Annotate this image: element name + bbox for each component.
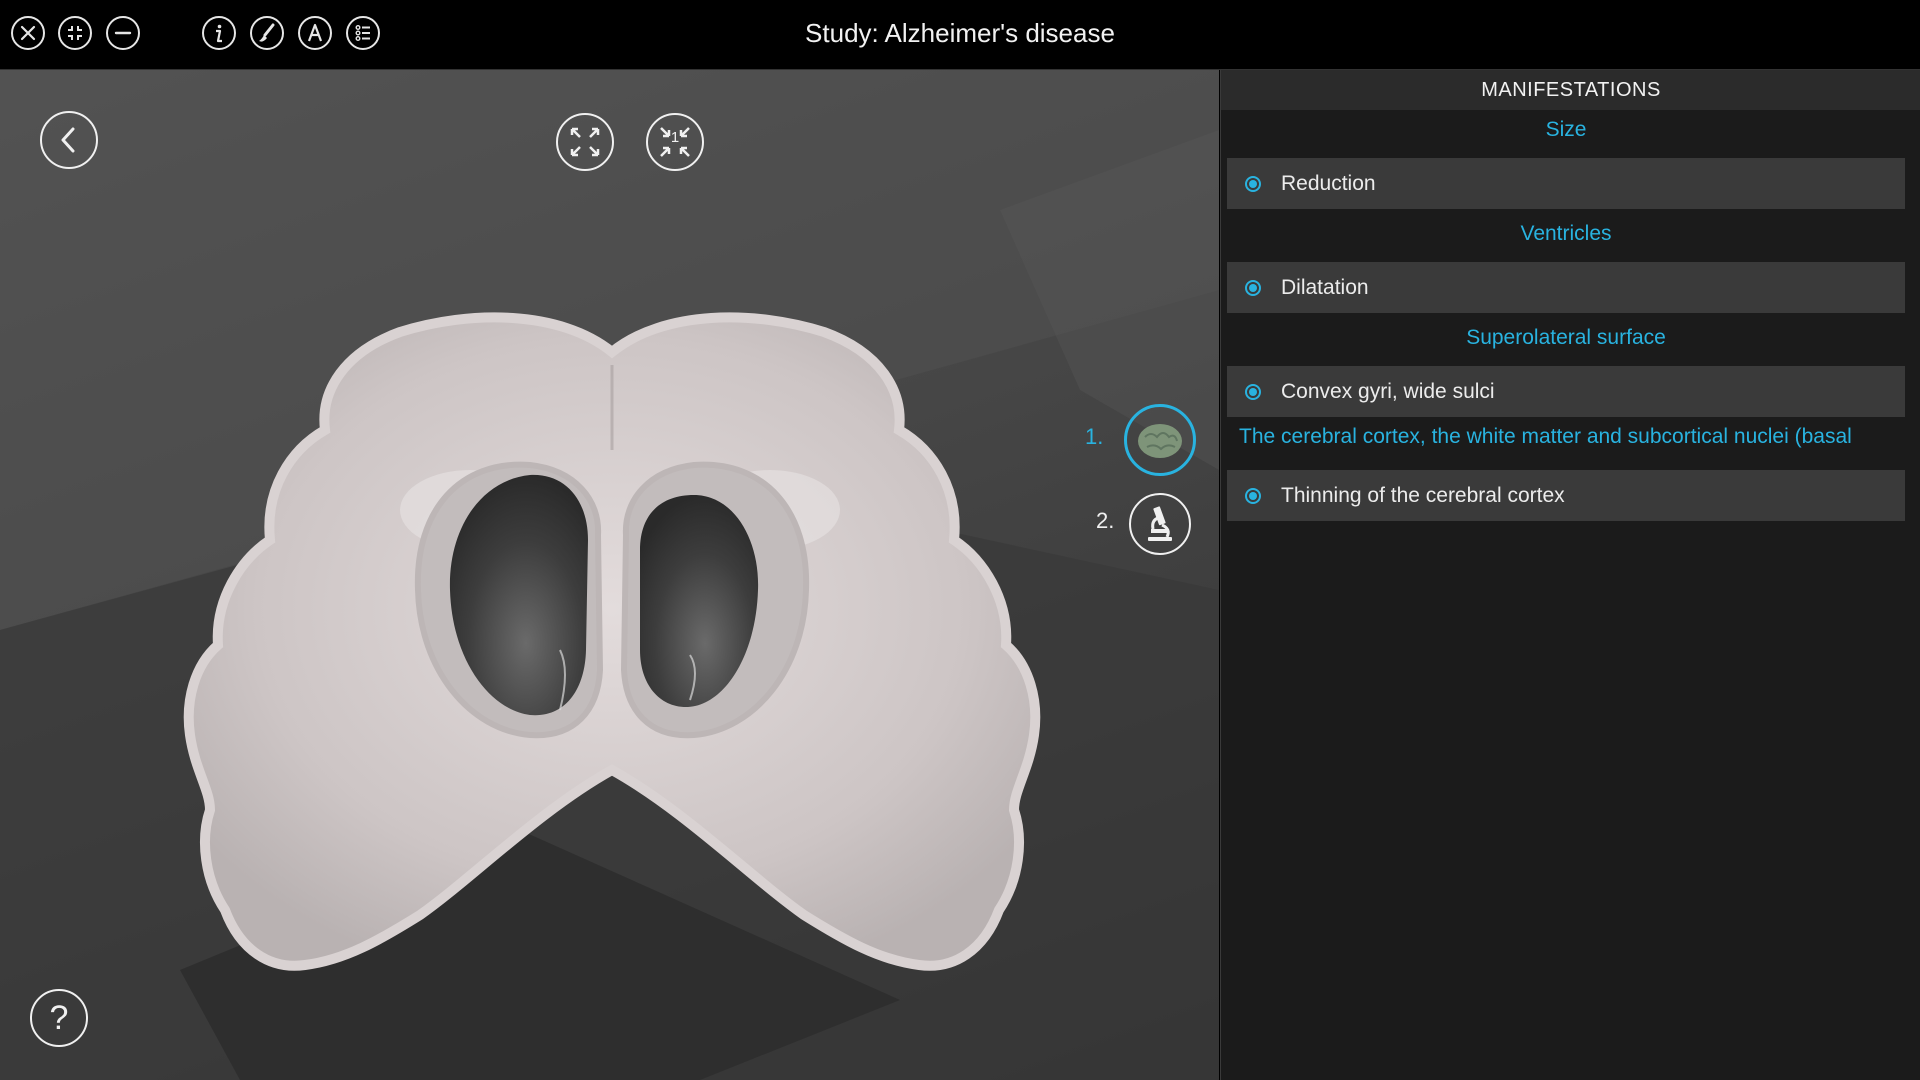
info-icon [216, 24, 222, 43]
window-title: Study: Alzheimer's disease [805, 18, 1115, 48]
manifestation-label: Convex gyri, wide sulci [1281, 380, 1495, 403]
radio-indicator [1245, 280, 1261, 296]
help-icon: ? [49, 999, 69, 1037]
text-icon [307, 23, 323, 42]
3d-viewport[interactable]: 1 1. 2. ? [0, 70, 1219, 1080]
shrink-badge: 1 [670, 129, 680, 146]
manifestation-label: Dilatation [1281, 276, 1369, 299]
expand-icon [570, 127, 600, 157]
microscope-icon [1148, 506, 1172, 541]
manifestation-label: Thinning of the cerebral cortex [1281, 484, 1565, 507]
section-title-ventricles: Ventricles [1520, 222, 1612, 245]
back-icon [61, 127, 75, 153]
text-button[interactable] [298, 16, 332, 50]
list-icon [355, 24, 370, 42]
section-title-size: Size [1545, 118, 1587, 141]
stage-1-number: 1. [1085, 424, 1104, 449]
section-title-superolateral-surface: Superolateral surface [1466, 326, 1666, 349]
section-description: The cerebral cortex, the white matter an… [1239, 425, 1852, 448]
collapse-button[interactable] [58, 16, 92, 50]
minimize-icon [114, 31, 132, 35]
manifestation-item-dilatation[interactable]: Dilatation [1227, 262, 1905, 313]
manifestation-label: Reduction [1281, 172, 1376, 195]
panel-header: MANIFESTATIONS [1221, 70, 1920, 110]
brush-icon [259, 23, 275, 42]
manifestation-item-cortex-thinning[interactable]: Thinning of the cerebral cortex [1227, 470, 1905, 521]
info-button[interactable] [202, 16, 236, 50]
radio-indicator [1245, 176, 1261, 192]
help-button[interactable]: ? [30, 989, 88, 1047]
close-icon [20, 25, 36, 41]
close-button[interactable] [11, 16, 45, 50]
brain-thumbnail-icon [1138, 424, 1182, 458]
stage-1-button[interactable] [1124, 404, 1196, 476]
list-button[interactable] [346, 16, 380, 50]
radio-indicator [1245, 384, 1261, 400]
top-bar: Study: Alzheimer's disease [0, 0, 1920, 70]
shrink-button[interactable]: 1 [646, 113, 704, 171]
manifestation-item-convex-gyri[interactable]: Convex gyri, wide sulci [1227, 366, 1905, 417]
brain-section-model[interactable] [0, 70, 1219, 1080]
manifestations-panel: MANIFESTATIONS Size Reduction Ventricles… [1220, 70, 1920, 1080]
stage-2-number: 2. [1096, 508, 1115, 533]
stage-2-button[interactable] [1129, 493, 1191, 555]
brush-button[interactable] [250, 16, 284, 50]
radio-indicator [1245, 488, 1261, 504]
expand-button[interactable] [556, 113, 614, 171]
minimize-button[interactable] [106, 16, 140, 50]
collapse-icon [68, 26, 82, 40]
manifestation-item-reduction[interactable]: Reduction [1227, 158, 1905, 209]
back-button[interactable] [40, 111, 98, 169]
